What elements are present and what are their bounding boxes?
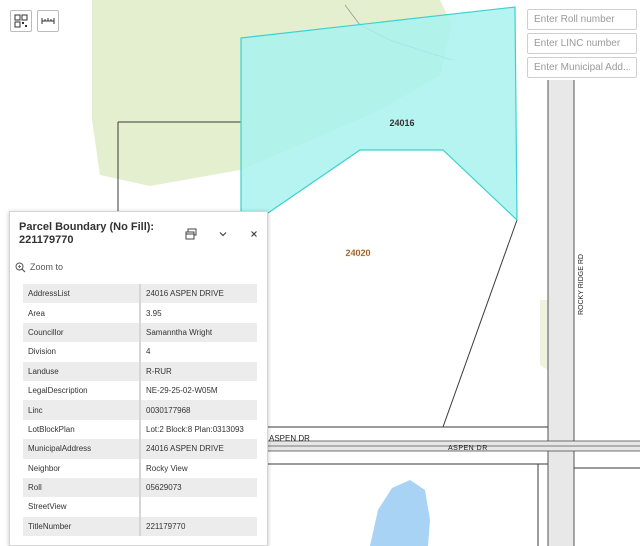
collapse-button[interactable] bbox=[215, 226, 231, 242]
attribute-row: Neighbor Rocky View bbox=[23, 458, 257, 478]
attribute-key: Linc bbox=[23, 400, 141, 420]
attribute-value: 24016 ASPEN DRIVE bbox=[140, 284, 257, 304]
attribute-key: Area bbox=[23, 303, 141, 323]
attribute-value: 4 bbox=[140, 342, 257, 362]
popup-header: Parcel Boundary (No Fill): 221179770 bbox=[10, 212, 267, 256]
attribute-value: 3.95 bbox=[140, 303, 257, 323]
right-green-sliver bbox=[540, 300, 548, 370]
dock-button[interactable] bbox=[183, 226, 199, 242]
attribute-row: Division 4 bbox=[23, 342, 257, 362]
attribute-row: LegalDescription NE-29-25-02-W05M bbox=[23, 380, 257, 401]
roll-number-search-input[interactable] bbox=[527, 9, 637, 30]
attribute-key: Councillor bbox=[23, 322, 141, 343]
zoom-to-button[interactable]: Zoom to bbox=[15, 258, 63, 276]
attribute-row: Area 3.95 bbox=[23, 303, 257, 323]
zoom-in-icon bbox=[15, 262, 26, 272]
attribute-value: 221179770 bbox=[140, 516, 257, 537]
zoom-to-label: Zoom to bbox=[30, 262, 64, 272]
attribute-row: LotBlockPlan Lot:2 Block:8 Plan:0313093 bbox=[23, 419, 257, 440]
road-label-aspen-dr-upper: ASPEN DR bbox=[269, 434, 310, 443]
dock-icon bbox=[185, 228, 197, 240]
attribute-value: NE-29-25-02-W05M bbox=[140, 380, 257, 401]
attribute-value: 24016 ASPEN DRIVE bbox=[140, 439, 257, 459]
close-icon bbox=[251, 231, 257, 237]
attribute-row: Roll 05629073 bbox=[23, 477, 257, 498]
attribute-value bbox=[140, 497, 257, 517]
attribute-row: MunicipalAddress 24016 ASPEN DRIVE bbox=[23, 439, 257, 459]
attribute-row: Linc 0030177968 bbox=[23, 400, 257, 420]
linc-number-search-input[interactable] bbox=[527, 33, 637, 54]
attribute-value: 0030177968 bbox=[140, 400, 257, 420]
grid-select-button[interactable] bbox=[10, 10, 32, 32]
attribute-row: Councillor Samanntha Wright bbox=[23, 322, 257, 343]
attribute-value: R-RUR bbox=[140, 361, 257, 381]
attribute-row: StreetView bbox=[23, 497, 257, 517]
attribute-value: Rocky View bbox=[140, 458, 257, 478]
attribute-value: 05629073 bbox=[140, 477, 257, 498]
attribute-key: Division bbox=[23, 342, 141, 362]
measure-button[interactable] bbox=[37, 10, 59, 32]
attribute-value: Samanntha Wright bbox=[140, 322, 257, 343]
rocky-ridge-road bbox=[548, 80, 574, 546]
attribute-key: Roll bbox=[23, 477, 141, 498]
attribute-table: AddressList 24016 ASPEN DRIVE Area 3.95 Coun… bbox=[23, 284, 257, 537]
attribute-key: Landuse bbox=[23, 361, 141, 381]
attribute-row: AddressList 24016 ASPEN DRIVE bbox=[23, 284, 257, 304]
attribute-key: LotBlockPlan bbox=[23, 419, 141, 440]
attribute-row: Landuse R-RUR bbox=[23, 361, 257, 381]
attribute-key: AddressList bbox=[23, 284, 141, 304]
popup-title: Parcel Boundary (No Fill): 221179770 bbox=[19, 221, 155, 246]
attribute-key: TitleNumber bbox=[23, 516, 141, 537]
attribute-row: TitleNumber 221179770 bbox=[23, 516, 257, 537]
grid-select-icon bbox=[14, 14, 28, 28]
attribute-value: Lot:2 Block:8 Plan:0313093 bbox=[140, 419, 257, 440]
feature-popup: Parcel Boundary (No Fill): 221179770 Zoo… bbox=[9, 211, 268, 546]
attribute-key: LegalDescription bbox=[23, 380, 141, 401]
road-label-aspen-dr-lower: ASPEN DR bbox=[448, 445, 488, 452]
road-label-rocky-ridge-rd: ROCKY RIDGE RD bbox=[578, 254, 585, 315]
attribute-key: Neighbor bbox=[23, 458, 141, 478]
parcel-label-24016: 24016 bbox=[389, 118, 414, 128]
attribute-key: MunicipalAddress bbox=[23, 439, 141, 459]
parcel-label-24020: 24020 bbox=[345, 248, 370, 258]
ruler-icon bbox=[41, 18, 55, 24]
close-button[interactable] bbox=[246, 226, 262, 242]
attribute-key: StreetView bbox=[23, 497, 141, 517]
municipal-address-search-input[interactable] bbox=[527, 57, 637, 78]
chevron-down-icon bbox=[219, 232, 227, 237]
